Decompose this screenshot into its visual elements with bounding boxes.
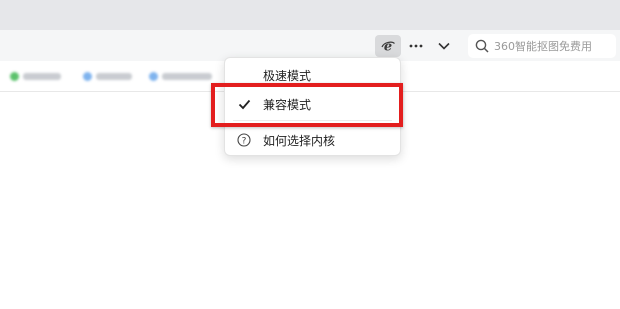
menu-item-compat-mode[interactable]: 兼容模式 <box>225 92 400 116</box>
kernel-switch-button[interactable]: e <box>375 35 401 57</box>
bookmark-icon <box>83 71 92 81</box>
bookmark-icon <box>10 71 19 81</box>
bookmark-label <box>162 72 212 80</box>
menu-item-fast-mode[interactable]: 极速模式 <box>225 63 400 87</box>
checkmark-icon <box>225 92 263 116</box>
search-icon <box>474 38 490 54</box>
bookmark-item[interactable] <box>83 70 132 82</box>
menu-item-spacer <box>225 63 263 87</box>
search-input[interactable] <box>494 39 612 53</box>
browser-window: e 360智能抠图免费用 极速模式 兼容模式 ? 如何选择内核 <box>0 0 620 309</box>
expand-menu-button[interactable] <box>433 35 455 57</box>
svg-text:?: ? <box>242 137 247 147</box>
more-horizontal-icon <box>409 44 423 48</box>
menu-item-label: 如何选择内核 <box>263 133 336 148</box>
menu-item-label: 兼容模式 <box>263 97 312 112</box>
menu-divider <box>233 120 392 121</box>
menu-item-kernel-help[interactable]: ? 如何选择内核 <box>225 128 400 152</box>
bookmark-label <box>23 72 61 80</box>
search-box[interactable] <box>468 34 616 58</box>
menu-item-label: 极速模式 <box>263 68 312 83</box>
bookmark-icon <box>149 71 158 81</box>
chevron-down-icon <box>438 42 450 50</box>
more-button[interactable] <box>405 35 427 57</box>
bookmark-item[interactable] <box>149 70 212 82</box>
tab-strip <box>0 0 620 30</box>
ie-compat-icon: e <box>380 38 396 54</box>
kernel-menu: 极速模式 兼容模式 ? 如何选择内核 <box>224 57 401 156</box>
bookmark-label <box>96 72 132 80</box>
help-circle-icon: ? <box>225 128 263 152</box>
bookmark-item[interactable] <box>10 70 61 82</box>
